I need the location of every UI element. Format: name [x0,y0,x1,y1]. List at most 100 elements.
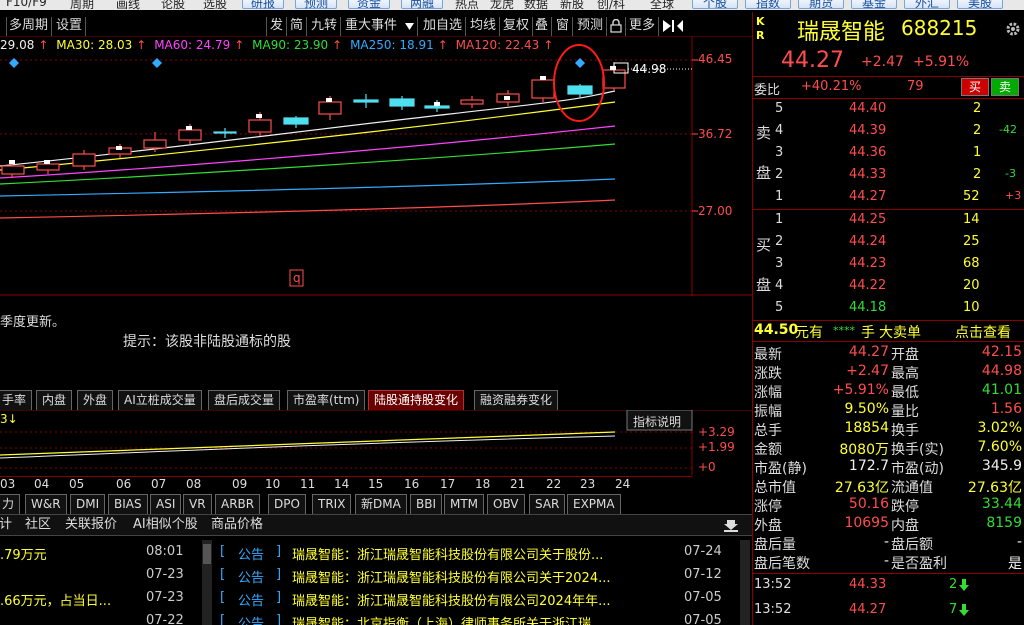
bid-row[interactable]: 1 44.25 14 [753,211,1024,230]
menu-hot[interactable]: 热点 [455,0,479,10]
news-tab-ai-similar[interactable]: AI相似个股 [128,515,203,535]
window-button[interactable]: 窗 [553,17,574,36]
play-arrows-button[interactable] [658,17,688,36]
news-scrollbar[interactable] [202,540,212,625]
announcement-row[interactable]: [ 公告 ] 瑞晟智能：北京指衡（上海）律师事务所关于浙江瑞... 07-05 [216,613,740,625]
tab-ai-volume[interactable]: AI立桩成交量 [118,390,202,410]
menu-f10[interactable]: F10/F9 [6,0,47,9]
btn-stock[interactable]: 个股 [692,0,738,10]
add-watchlist-button[interactable]: 加自选 [420,17,467,36]
menu-discuss[interactable]: 论股 [161,0,185,10]
menu-lhb[interactable]: 龙虎 [490,0,514,10]
tick-row: 13:52 44.33 2 [753,576,1024,595]
major-events-dropdown[interactable]: 重大事件 [342,17,418,36]
ind-tab[interactable]: 新DMA [355,494,407,514]
adjust-button[interactable]: 复权 [500,17,534,36]
ask-row[interactable]: 4 44.39 2 -42 [753,122,1024,141]
ind-tab[interactable]: ARBR [215,494,261,514]
announcement-row[interactable]: [ 公告 ] 瑞晟智能：浙江瑞晟智能科技股份有限公司关于2024... 07-1… [216,567,740,589]
indicator-explain-button[interactable]: 指标说明 [633,413,681,430]
ind-tab[interactable]: DPO [268,494,306,514]
tab-outer[interactable]: 外盘 [77,390,114,410]
menu-select[interactable]: 选股 [203,0,227,10]
ind-tab[interactable]: ASI [150,494,182,514]
stat-label: 总手 [754,423,782,439]
ma-button[interactable]: 均线 [467,17,501,36]
news-tab[interactable]: 计 [0,515,17,535]
ind-tab[interactable]: TRIX [312,494,352,514]
menu-gem[interactable]: 创/科 [597,0,625,10]
ind-tab[interactable]: OBV [487,494,525,514]
news-right-scrollbar[interactable] [740,540,750,625]
view-big-order-link[interactable]: 点击查看 [955,322,1011,342]
down-arrow-icon [959,604,969,616]
news-item[interactable]: .79万元 08:01 [0,544,190,566]
lock-button[interactable] [606,17,626,36]
bid-row[interactable]: 4 44.22 20 [753,277,1024,296]
big-order-row[interactable]: 44.50 元有 **** 手 大卖单 点击查看 [753,321,1024,341]
download-icon[interactable] [724,518,738,532]
overlay-button[interactable]: 叠 [532,17,553,36]
ind-tab[interactable]: SAR [529,494,566,514]
menu-global[interactable]: 全球 [650,0,674,10]
ask-row[interactable]: 5 44.40 2 [753,100,1024,119]
btn-research[interactable]: 研报 [242,0,284,10]
ind-tab[interactable]: 力 [0,494,21,514]
news-item[interactable]: 07-23 [0,567,190,589]
ask-row[interactable]: 2 44.33 2 -3 [753,166,1024,185]
ind-tab[interactable]: W&R [25,494,67,514]
stat-value: 345.9 [981,458,1022,474]
tab-inner[interactable]: 内盘 [36,390,73,410]
q-marker[interactable]: q [293,271,301,285]
ind-tab[interactable]: DMI [70,494,106,514]
tab-northbound-holding[interactable]: 陆股通持股变化 [368,390,465,410]
news-tab-community[interactable]: 社区 [20,515,56,535]
menu-draw[interactable]: 画线 [116,0,140,10]
news-item[interactable]: .66万元，占当日... 07-23 [0,590,190,612]
stat-value: 42.15 [981,344,1022,360]
btn-futures[interactable]: 期货 [798,0,844,10]
news-tab-commodity[interactable]: 商品价格 [206,515,268,535]
tab-pe-ttm[interactable]: 市盈率(ttm) [287,390,366,410]
chart-toolbar: 多周期 设置 发 简 九转 重大事件 加自选 均线 复权 叠 窗 预测 更多 [0,17,690,36]
btn-us-stock[interactable]: 美股 [957,0,1003,10]
btn-index[interactable]: 指数 [745,0,791,10]
ask-row[interactable]: 3 44.36 1 [753,144,1024,163]
menu-period[interactable]: 周期 [70,0,94,10]
bid-row[interactable]: 5 44.18 10 [753,299,1024,318]
simple-button[interactable]: 简 [287,17,308,36]
date-label: 22 [546,477,562,491]
more-button[interactable]: 更多 [626,17,660,36]
news-item[interactable]: 07-22 [0,613,190,625]
announcement-row[interactable]: [ 公告 ] 瑞晟智能：浙江瑞晟智能科技股份有限公司关于股份... 07-24 [216,544,740,566]
ind-tab[interactable]: BBI [410,494,443,514]
predict-button[interactable]: 预测 [574,17,608,36]
fa-button[interactable]: 发 [266,17,288,36]
tab-after-volume[interactable]: 盘后成交量 [208,390,281,410]
multi-period-button[interactable]: 多周期 [6,17,53,36]
tab-turnover[interactable]: 手率 [0,390,33,410]
menu-ipo[interactable]: 新股 [560,0,584,10]
news-scroll-thumb[interactable] [203,544,211,564]
announcement-row[interactable]: [ 公告 ] 瑞晟智能：浙江瑞晟智能科技股份有限公司2024年年... 07-0… [216,590,740,612]
news-tab-related[interactable]: 关联报价 [60,515,122,535]
menu-data[interactable]: 数据 [524,0,548,10]
nine-turn-button[interactable]: 九转 [308,17,342,36]
bid-row[interactable]: 2 44.24 25 [753,233,1024,252]
ind-tab[interactable]: EXPMA [567,494,621,514]
btn-margin[interactable]: 两融 [401,0,443,10]
btn-fund[interactable]: 基金 [851,0,897,10]
ind-tab[interactable]: BIAS [108,494,148,514]
bid-row[interactable]: 3 44.23 68 [753,255,1024,274]
buy-button[interactable]: 买 [961,78,989,96]
ind-tab[interactable]: MTM [444,494,485,514]
btn-forecast[interactable]: 预测 [295,0,337,10]
ask-row[interactable]: 1 44.27 52 +3 [753,188,1024,207]
settings-button[interactable]: 设置 [53,17,87,36]
btn-forex[interactable]: 外汇 [904,0,950,10]
tab-margin-trading[interactable]: 融资融券变化 [474,390,559,410]
gear-icon[interactable] [1005,21,1021,37]
sell-button[interactable]: 卖 [991,78,1019,96]
btn-capital[interactable]: 资金 [348,0,390,10]
ind-tab[interactable]: VR [183,494,212,514]
